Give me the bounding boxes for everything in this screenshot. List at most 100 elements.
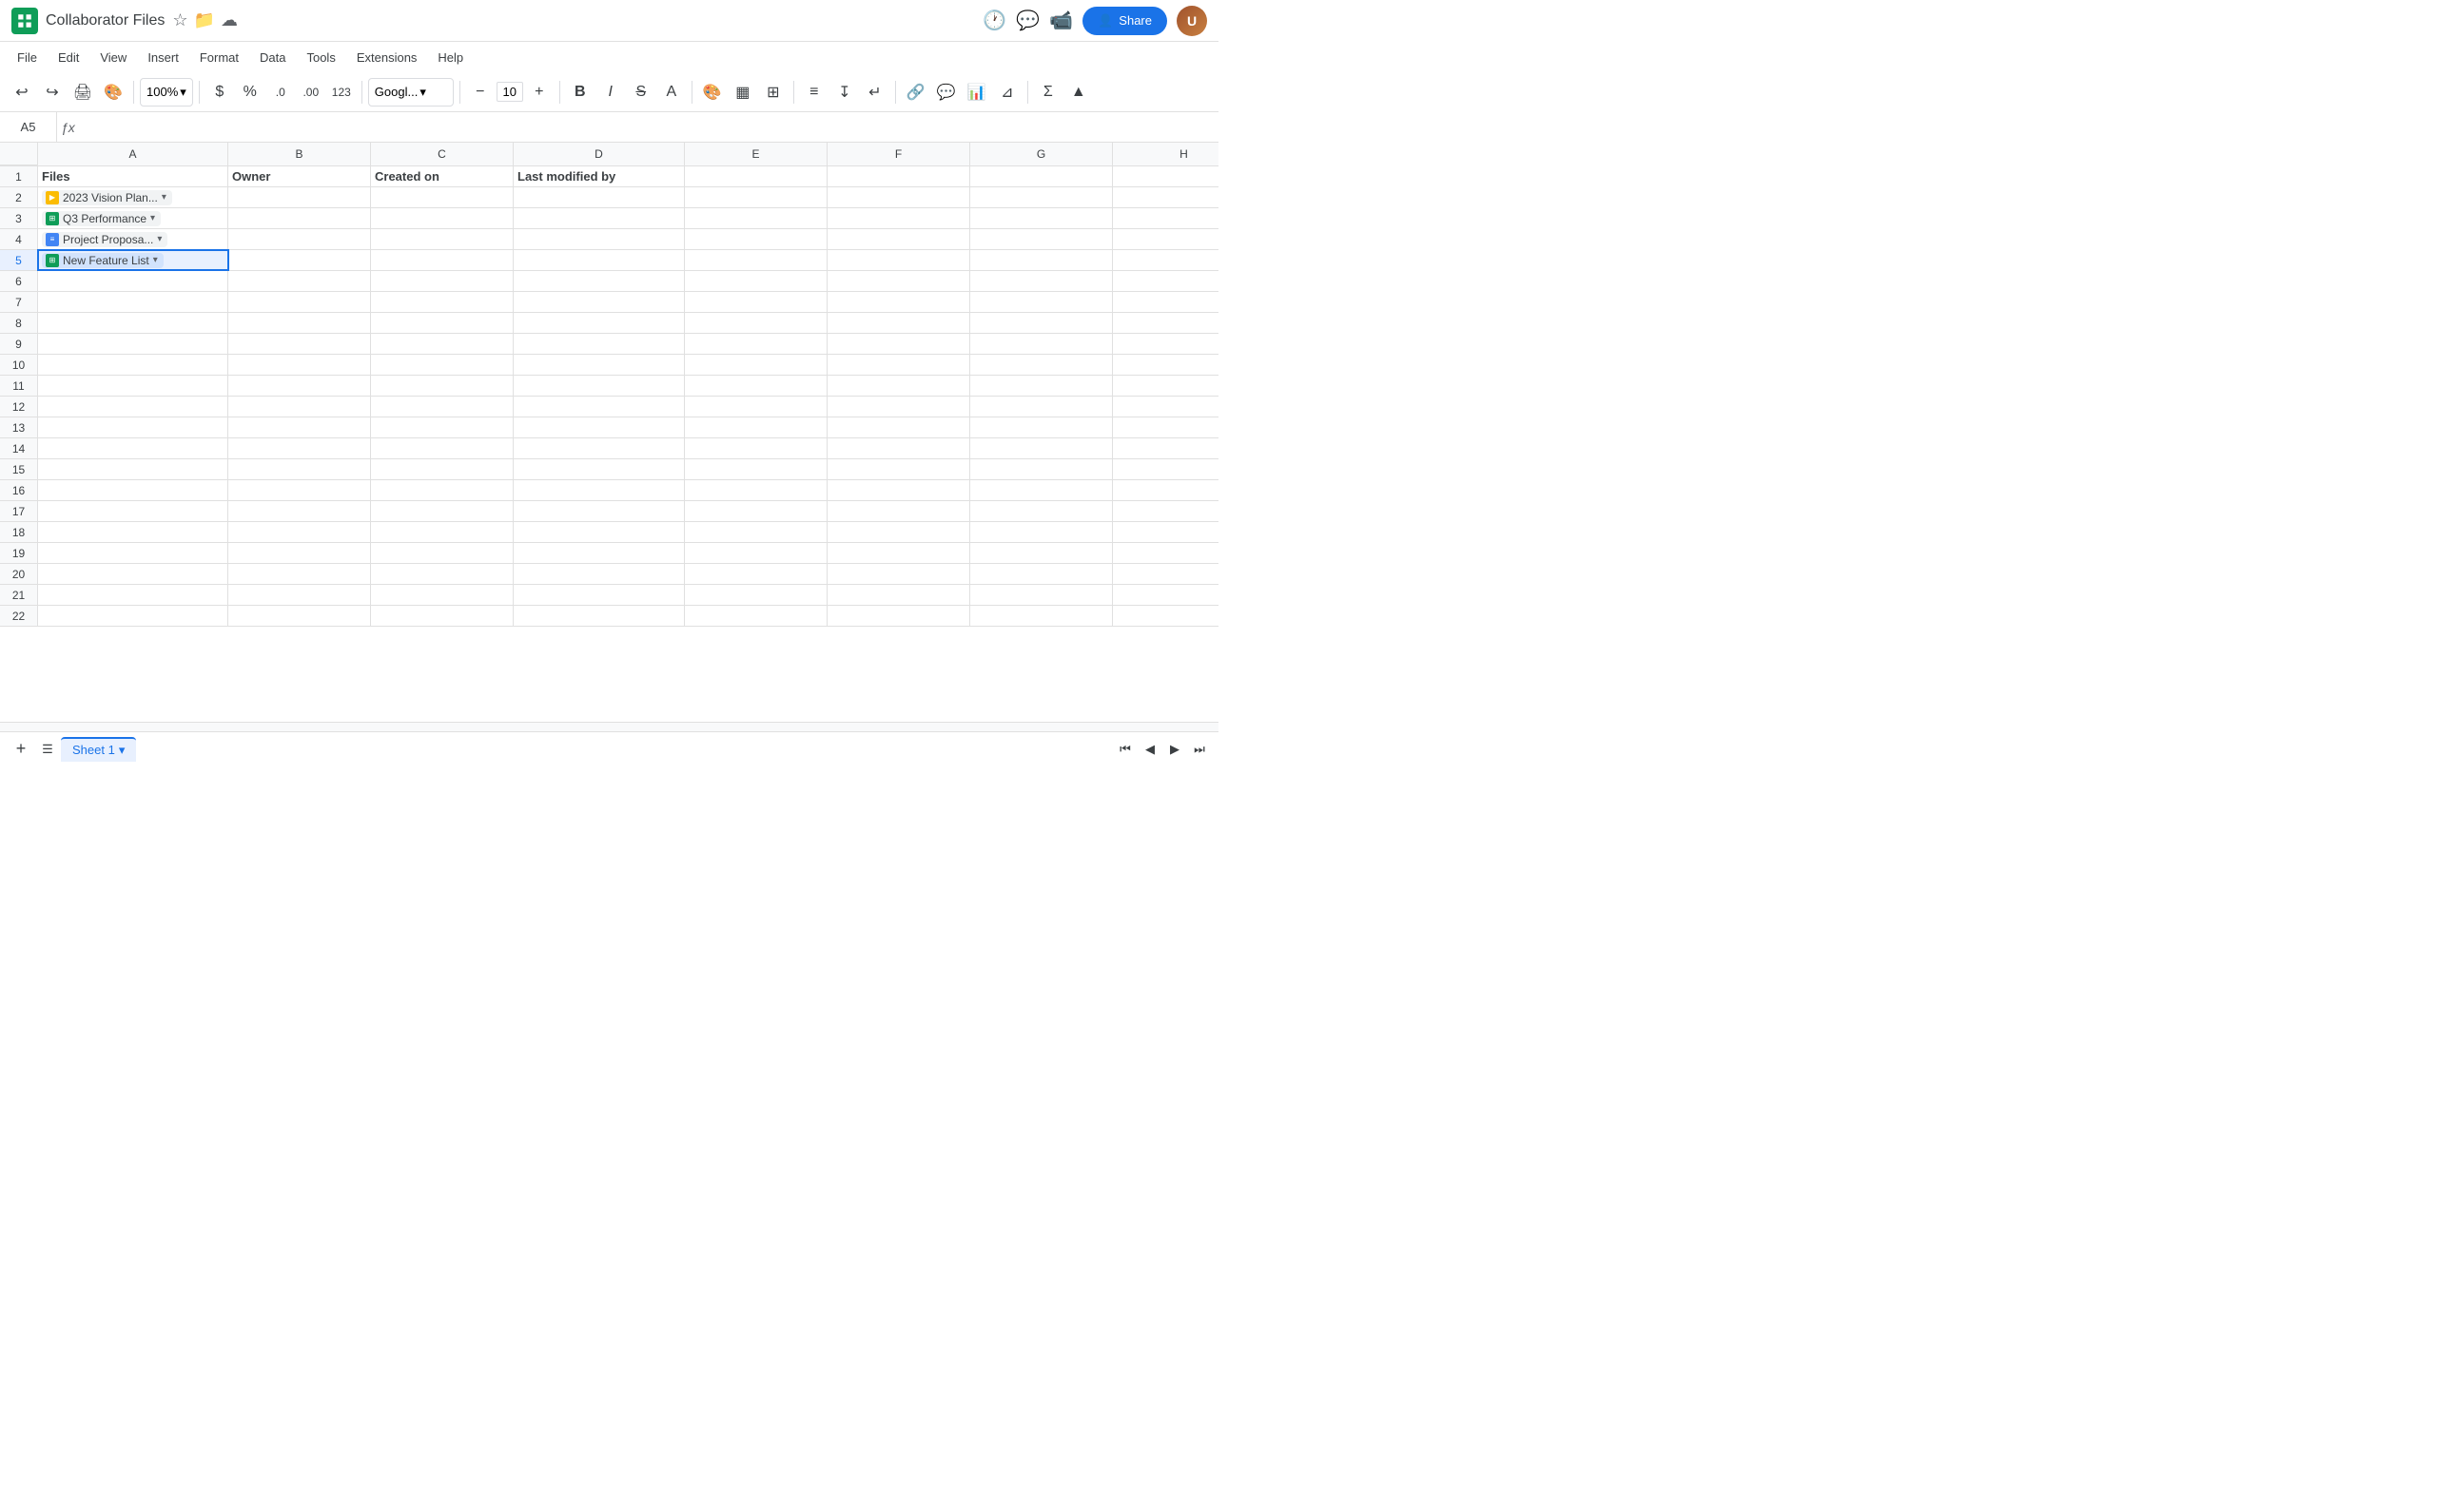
filter-button[interactable]: ⊿ [993, 78, 1022, 107]
cell-a3[interactable]: ⊞ Q3 Performance ▾ [38, 208, 228, 228]
cell-g11[interactable] [970, 376, 1113, 396]
cell-a15[interactable] [38, 459, 228, 479]
cell-h19[interactable] [1113, 543, 1218, 563]
menu-item-extensions[interactable]: Extensions [347, 47, 427, 68]
cell-g16[interactable] [970, 480, 1113, 500]
cell-b15[interactable] [228, 459, 371, 479]
cell-e4[interactable] [685, 229, 828, 249]
row-num-2[interactable]: 2 [0, 187, 38, 207]
history-icon[interactable]: 🕐 [983, 9, 1006, 32]
cell-d17[interactable] [514, 501, 685, 521]
cell-h14[interactable] [1113, 438, 1218, 458]
col-header-b[interactable]: B [228, 143, 371, 165]
cell-a12[interactable] [38, 397, 228, 417]
cell-c7[interactable] [371, 292, 514, 312]
cell-c16[interactable] [371, 480, 514, 500]
cell-b11[interactable] [228, 376, 371, 396]
cell-f17[interactable] [828, 501, 970, 521]
comment-icon[interactable]: 💬 [1016, 9, 1040, 32]
dec-dec-button[interactable]: .00 [297, 78, 325, 107]
cell-h13[interactable] [1113, 417, 1218, 437]
row-num-10[interactable]: 10 [0, 355, 38, 375]
row-num-21[interactable]: 21 [0, 585, 38, 605]
borders-button[interactable]: ▦ [729, 78, 757, 107]
row-num-5[interactable]: 5 [0, 250, 38, 270]
cell-e22[interactable] [685, 606, 828, 626]
cell-f22[interactable] [828, 606, 970, 626]
cloud-icon[interactable]: ☁ [221, 10, 238, 30]
cell-h18[interactable] [1113, 522, 1218, 542]
cell-h9[interactable] [1113, 334, 1218, 354]
cell-c17[interactable] [371, 501, 514, 521]
cell-h2[interactable] [1113, 187, 1218, 207]
cell-d14[interactable] [514, 438, 685, 458]
row-num-9[interactable]: 9 [0, 334, 38, 354]
cell-b9[interactable] [228, 334, 371, 354]
cell-f4[interactable] [828, 229, 970, 249]
cell-c19[interactable] [371, 543, 514, 563]
sheet-tab-1[interactable]: Sheet 1 ▾ [61, 737, 136, 762]
cell-f21[interactable] [828, 585, 970, 605]
cell-a5[interactable]: ⊞ New Feature List ▾ [38, 250, 228, 270]
star-icon[interactable]: ☆ [172, 10, 187, 30]
menu-item-help[interactable]: Help [428, 47, 473, 68]
cell-c5[interactable] [371, 250, 514, 270]
cell-d2[interactable] [514, 187, 685, 207]
cell-g13[interactable] [970, 417, 1113, 437]
cell-d18[interactable] [514, 522, 685, 542]
cell-h6[interactable] [1113, 271, 1218, 291]
cell-h4[interactable] [1113, 229, 1218, 249]
cell-g22[interactable] [970, 606, 1113, 626]
chart-button[interactable]: 📊 [963, 78, 991, 107]
cell-d7[interactable] [514, 292, 685, 312]
menu-item-data[interactable]: Data [250, 47, 295, 68]
paint-format-button[interactable]: 🎨 [99, 78, 127, 107]
row-num-19[interactable]: 19 [0, 543, 38, 563]
cell-b19[interactable] [228, 543, 371, 563]
link-button[interactable]: 🔗 [902, 78, 930, 107]
cell-f15[interactable] [828, 459, 970, 479]
cell-g1[interactable] [970, 166, 1113, 186]
add-sheet-button[interactable]: + [8, 736, 34, 763]
row-num-16[interactable]: 16 [0, 480, 38, 500]
cell-g18[interactable] [970, 522, 1113, 542]
collapse-toolbar-button[interactable]: ▲ [1064, 78, 1093, 107]
cell-a11[interactable] [38, 376, 228, 396]
cell-f5[interactable] [828, 250, 970, 270]
nav-arrow-right-end[interactable]: ⏭ [1188, 738, 1211, 761]
row-num-15[interactable]: 15 [0, 459, 38, 479]
comment-add-button[interactable]: 💬 [932, 78, 961, 107]
more-formats-button[interactable]: 123 [327, 78, 356, 107]
cell-e7[interactable] [685, 292, 828, 312]
cell-f1[interactable] [828, 166, 970, 186]
row-num-17[interactable]: 17 [0, 501, 38, 521]
undo-button[interactable]: ↩ [8, 78, 36, 107]
cell-d4[interactable] [514, 229, 685, 249]
cell-a6[interactable] [38, 271, 228, 291]
cell-a1[interactable]: Files [38, 166, 228, 186]
cell-e3[interactable] [685, 208, 828, 228]
row-num-4[interactable]: 4 [0, 229, 38, 249]
cell-h12[interactable] [1113, 397, 1218, 417]
cell-c21[interactable] [371, 585, 514, 605]
strikethrough-button[interactable]: S [627, 78, 655, 107]
cell-c10[interactable] [371, 355, 514, 375]
cell-d5[interactable] [514, 250, 685, 270]
cell-d19[interactable] [514, 543, 685, 563]
col-header-e[interactable]: E [685, 143, 828, 165]
cell-a22[interactable] [38, 606, 228, 626]
cell-a19[interactable] [38, 543, 228, 563]
cell-e5[interactable] [685, 250, 828, 270]
cell-a17[interactable] [38, 501, 228, 521]
file-chip-docs[interactable]: ≡ Project Proposa... ▾ [42, 232, 167, 247]
row-num-20[interactable]: 20 [0, 564, 38, 584]
cell-f2[interactable] [828, 187, 970, 207]
cell-c3[interactable] [371, 208, 514, 228]
col-header-c[interactable]: C [371, 143, 514, 165]
cell-c22[interactable] [371, 606, 514, 626]
cell-b8[interactable] [228, 313, 371, 333]
cell-e1[interactable] [685, 166, 828, 186]
cell-d15[interactable] [514, 459, 685, 479]
function-button[interactable]: Σ [1034, 78, 1063, 107]
cell-e17[interactable] [685, 501, 828, 521]
